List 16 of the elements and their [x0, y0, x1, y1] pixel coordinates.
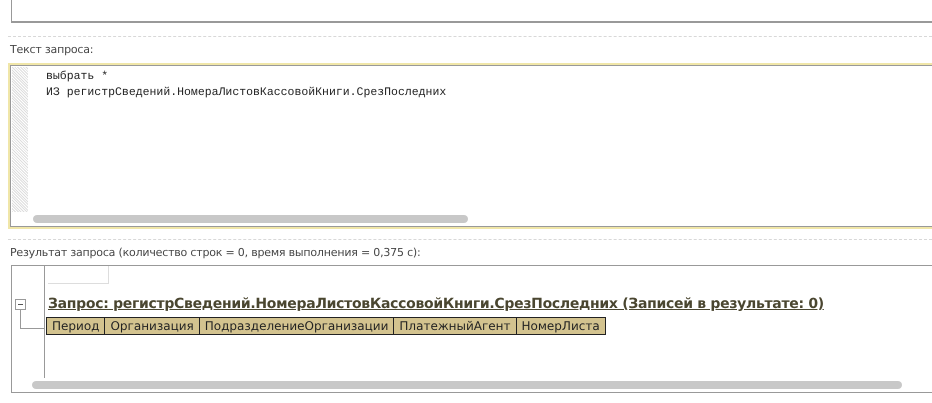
column-header: ПодразделениеОрганизации	[200, 318, 394, 334]
collapse-icon[interactable]	[15, 299, 26, 310]
code-line: ИЗ регистрСведений.НомераЛистовКассовойКниги.СрезПоследних	[46, 85, 446, 101]
result-label: Результат запроса (количество строк = 0, время выполнения = 0,375 с):	[9, 245, 422, 260]
column-header: ПлатежныйАгент	[394, 318, 516, 334]
empty-cell	[48, 266, 109, 284]
text-field[interactable]	[11, 0, 932, 23]
column-header: Период	[47, 318, 106, 334]
result-title[interactable]: Запрос: регистрСведений.НомераЛистовКассовойКниги.СрезПоследних (Записей в результате: 0)	[48, 296, 824, 312]
column-header: НомерЛиста	[516, 318, 605, 334]
scrollbar[interactable]	[33, 215, 468, 223]
scrollbar[interactable]	[32, 381, 902, 389]
column-header: Организация	[105, 318, 200, 334]
query-label: Текст запроса:	[9, 42, 94, 57]
query-editor[interactable]: выбрать * ИЗ регистрСведений.НомераЛистовКассовойКниги.СрезПоследних	[8, 63, 932, 229]
code-line: выбрать *	[46, 69, 110, 85]
